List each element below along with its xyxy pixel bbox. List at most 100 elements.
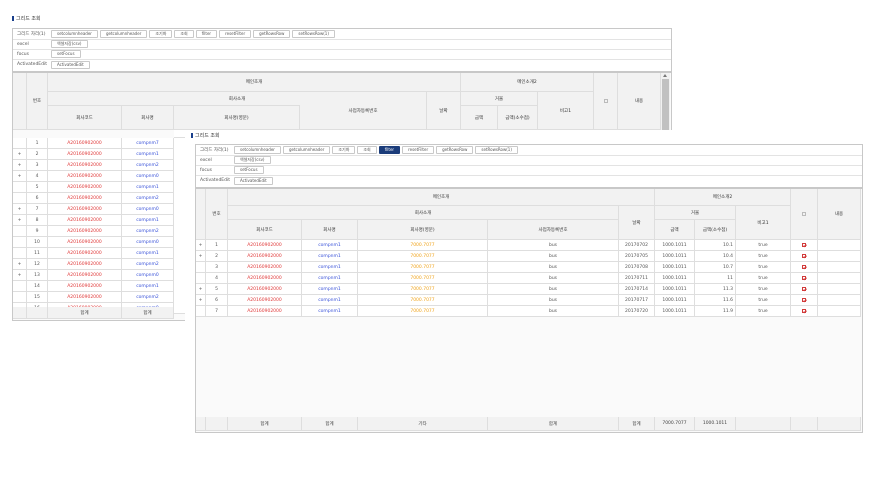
setfocus-button[interactable]: setFocus: [51, 50, 81, 58]
company-code-cell: A20160902000: [48, 248, 122, 259]
row-marker[interactable]: +: [196, 251, 206, 262]
footer-sum-biz: 합계: [488, 417, 619, 431]
header-company-name-en: 회사명(영문): [174, 106, 300, 130]
search-button[interactable]: 조회: [357, 146, 377, 154]
row-marker[interactable]: +: [13, 259, 27, 270]
filter-button[interactable]: filter: [195, 30, 218, 38]
scroll-up-icon[interactable]: [663, 74, 667, 77]
row-check-cell[interactable]: [791, 306, 818, 317]
row-marker[interactable]: [196, 262, 206, 273]
init-button[interactable]: 조기화: [149, 30, 173, 38]
vertical-scrollbar[interactable]: [661, 73, 670, 138]
header-company-name: 회사명: [302, 220, 358, 240]
company-code-cell: A20160902000: [228, 284, 302, 295]
checkbox-checked-icon[interactable]: [802, 309, 806, 313]
checkbox-checked-icon[interactable]: [802, 254, 806, 258]
control-label: 그리드 자리(1): [17, 32, 46, 37]
date-cell: 20170714: [619, 284, 655, 295]
row-number: 1: [27, 138, 48, 149]
scrollbar-thumb[interactable]: [662, 79, 669, 135]
setrowsrow-button[interactable]: setRowsRow(1): [475, 146, 518, 154]
init-button[interactable]: 조기화: [332, 146, 356, 154]
row-check-cell[interactable]: [791, 240, 818, 251]
control-label: excel: [200, 157, 212, 163]
row-check-cell[interactable]: [791, 273, 818, 284]
row-check-cell[interactable]: [791, 262, 818, 273]
company-code-cell: A20160902000: [48, 149, 122, 160]
company-name-cell: compnm0: [122, 237, 174, 248]
footer-remark: [736, 417, 791, 431]
amount-decimal-cell: 11.6: [695, 295, 736, 306]
row-number: 4: [27, 171, 48, 182]
company-name-cell: compnm1: [122, 281, 174, 292]
filter-button[interactable]: filter: [378, 146, 401, 154]
setcolumnheader-button[interactable]: setcolumnheader: [234, 146, 281, 154]
checkbox-checked-icon[interactable]: [802, 243, 806, 247]
getcolumnheader-button[interactable]: getcolumnheader: [282, 146, 331, 154]
row-marker[interactable]: +: [196, 284, 206, 295]
resetfilter-button[interactable]: resetFilter: [219, 30, 252, 38]
row-number: 10: [27, 237, 48, 248]
row-marker[interactable]: [13, 182, 27, 193]
company-code-cell: A20160902000: [48, 138, 122, 149]
activatededit-button[interactable]: ActivatedEdit: [51, 60, 90, 69]
row-marker[interactable]: [196, 273, 206, 284]
row-marker[interactable]: [13, 226, 27, 237]
setfocus-button[interactable]: setFocus: [234, 166, 264, 174]
row-number: 5: [206, 284, 228, 295]
header-check-all[interactable]: [791, 189, 818, 240]
checkbox-checked-icon[interactable]: [802, 287, 806, 291]
getcolumnheader-button[interactable]: getcolumnheader: [99, 30, 148, 38]
row-marker[interactable]: +: [13, 215, 27, 226]
control-area: 그리드 자리(1) setcolumnheader getcolumnheade…: [12, 28, 672, 72]
company-code-cell: A20160902000: [48, 292, 122, 303]
row-number: 14: [27, 281, 48, 292]
row-marker[interactable]: [13, 237, 27, 248]
row-marker[interactable]: +: [13, 270, 27, 281]
row-marker[interactable]: +: [13, 171, 27, 182]
company-code-cell: A20160902000: [48, 160, 122, 171]
footer-sum-code: 합계: [228, 417, 302, 431]
activatededit-button[interactable]: ActivatedEdit: [234, 176, 273, 185]
grid-panel-front: 그리드 조회 그리드 자리(1) setcolumnheader getcolu…: [185, 130, 866, 435]
row-marker[interactable]: +: [13, 204, 27, 215]
resetfilter-button[interactable]: resetFilter: [402, 146, 435, 154]
checkbox-icon[interactable]: [603, 99, 608, 103]
row-check-cell[interactable]: [791, 251, 818, 262]
row-marker[interactable]: +: [13, 149, 27, 160]
header-group-main: 메인초개: [48, 73, 461, 92]
setrowsrow-button[interactable]: setRowsRow(1): [292, 30, 335, 38]
business-number-cell: bus: [488, 295, 619, 306]
row-marker[interactable]: +: [196, 295, 206, 306]
search-button[interactable]: 조회: [174, 30, 194, 38]
checkbox-icon[interactable]: [802, 212, 806, 216]
row-marker[interactable]: [13, 248, 27, 259]
header-group-main2: 메인소개2: [655, 189, 791, 206]
row-marker[interactable]: +: [196, 240, 206, 251]
company-code-cell: A20160902000: [228, 306, 302, 317]
getrowsrow-button[interactable]: getRowsRow: [436, 146, 474, 154]
excel-save-button[interactable]: 엑셀저장(csv): [234, 156, 271, 164]
header-check-all[interactable]: [594, 73, 618, 130]
row-check-cell[interactable]: [791, 295, 818, 306]
row-number: 6: [206, 295, 228, 306]
row-marker[interactable]: [13, 292, 27, 303]
setcolumnheader-button[interactable]: setcolumnheader: [51, 30, 98, 38]
row-marker[interactable]: [13, 281, 27, 292]
excel-save-button[interactable]: 엑셀저장(csv): [51, 40, 88, 48]
checkbox-checked-icon[interactable]: [802, 276, 806, 280]
checkbox-checked-icon[interactable]: [802, 265, 806, 269]
row-marker[interactable]: [13, 193, 27, 204]
company-name-cell: compnm1: [302, 240, 358, 251]
footer-sum-name: 합계: [302, 417, 358, 431]
row-marker[interactable]: +: [13, 160, 27, 171]
getrowsrow-button[interactable]: getRowsRow: [253, 30, 291, 38]
content-cell: [818, 284, 861, 295]
row-marker[interactable]: [13, 138, 27, 149]
checkbox-checked-icon[interactable]: [802, 298, 806, 302]
content-cell: [818, 251, 861, 262]
header-business-number: 사업자등록번호: [300, 92, 427, 130]
row-check-cell[interactable]: [791, 284, 818, 295]
control-label: ActivatedEdit: [200, 178, 231, 183]
row-marker[interactable]: [196, 306, 206, 317]
